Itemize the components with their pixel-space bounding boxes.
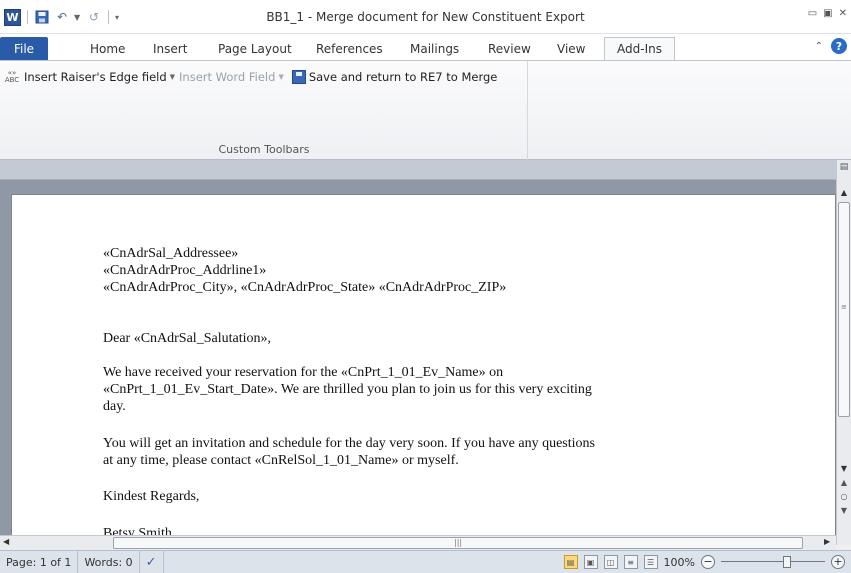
save-icon — [291, 70, 306, 84]
page-count[interactable]: Page: 1 of 1 — [0, 550, 79, 573]
scroll-left-icon[interactable]: ◀ — [3, 537, 9, 546]
outline-icon[interactable]: ≡ — [623, 555, 638, 569]
proofing-icon[interactable]: ✓ — [140, 550, 164, 573]
tab-page-layout[interactable]: Page Layout — [206, 37, 304, 60]
document-line: «CnAdrSal_Addressee» — [103, 246, 239, 261]
grip-icon: ≡ — [841, 303, 847, 311]
view-zoom-controls: ▤ ▣ ◫ ≡ ☰ 100% − + — [563, 551, 851, 573]
zoom-track — [721, 561, 825, 562]
document-line: You will get an invitation and schedule … — [103, 436, 595, 451]
chevron-down-icon: ▼ — [169, 73, 176, 81]
chevron-down-icon: ▼ — [278, 73, 284, 81]
view-ruler-icon[interactable]: ▤ — [838, 162, 850, 180]
insert-re-field-button[interactable]: Insert Raiser's Edge field ▼ — [24, 70, 175, 84]
document-line: «CnAdrAdrProc_City», «CnAdrAdrProc_State… — [103, 280, 507, 295]
previous-page-icon[interactable]: ▲ — [838, 478, 850, 487]
group-label: Custom Toolbars — [218, 143, 310, 156]
merge-field-icon: «» ABC — [4, 69, 20, 84]
tab-mailings[interactable]: Mailings — [398, 37, 471, 60]
tab-insert[interactable]: Insert — [141, 37, 199, 60]
word-count[interactable]: Words: 0 — [78, 550, 140, 573]
ribbon-tabs: File Home Insert Page Layout References … — [0, 34, 851, 60]
document-page[interactable]: «CnAdrSal_Addressee» «CnAdrAdrProc_Addrl… — [11, 194, 836, 535]
vertical-scrollbar[interactable]: ▤ ▲ ≡ ▼ ▲ ○ ▼ — [836, 160, 851, 545]
scroll-down-icon[interactable]: ▼ — [838, 462, 850, 475]
zoom-in-icon[interactable]: + — [831, 555, 845, 569]
next-page-icon[interactable]: ▼ — [838, 506, 850, 515]
tab-add-ins[interactable]: Add-Ins — [604, 37, 675, 60]
document-line: «CnPrt_1_01_Ev_Start_Date». We are thril… — [103, 382, 592, 397]
tab-file[interactable]: File — [0, 37, 48, 60]
web-layout-icon[interactable]: ◫ — [603, 555, 618, 569]
document-line: at any time, please contact «CnRelSol_1_… — [103, 453, 459, 468]
minimize-ribbon-icon[interactable]: ⌃ — [815, 41, 823, 52]
status-bar: Page: 1 of 1 Words: 0 ✓ ▤ ▣ ◫ ≡ ☰ 100% −… — [0, 550, 851, 573]
full-screen-reading-icon[interactable]: ▣ — [583, 555, 598, 569]
custom-toolbar-row: «» ABC Insert Raiser's Edge field ▼ Inser… — [4, 70, 497, 84]
minimize-icon[interactable]: ▭ — [808, 8, 817, 19]
document-line: «CnAdrAdrProc_Addrline1» — [103, 263, 267, 278]
document-line: Betsy Smith — [103, 526, 172, 535]
window-controls: ▭ ▣ ✕ — [808, 8, 847, 19]
zoom-level[interactable]: 100% — [664, 556, 695, 569]
help-area: ⌃ ? — [815, 38, 847, 54]
draft-icon[interactable]: ☰ — [643, 555, 658, 569]
custom-toolbars-group: «» ABC Insert Raiser's Edge field ▼ Inser… — [0, 61, 528, 160]
grip-icon: ||| — [454, 538, 463, 547]
print-layout-icon[interactable]: ▤ — [563, 555, 578, 569]
document-line: Kindest Regards, — [103, 489, 200, 504]
scroll-up-icon[interactable]: ▲ — [838, 186, 850, 199]
ribbon: «» ABC Insert Raiser's Edge field ▼ Inser… — [0, 60, 851, 160]
scroll-right-icon[interactable]: ▶ — [824, 537, 830, 546]
zoom-out-icon[interactable]: − — [701, 555, 715, 569]
vertical-scroll-thumb[interactable]: ≡ — [838, 202, 850, 417]
tab-references[interactable]: References — [304, 37, 395, 60]
tab-view[interactable]: View — [545, 37, 597, 60]
zoom-slider[interactable] — [721, 555, 825, 569]
save-return-label: Save and return to RE7 to Merge — [308, 70, 498, 84]
browse-object-icon[interactable]: ○ — [838, 492, 850, 501]
insert-word-field-button[interactable]: Insert Word Field ▼ — [179, 70, 284, 84]
help-icon[interactable]: ? — [831, 38, 847, 54]
insert-re-field-label: Insert Raiser's Edge field — [24, 70, 167, 84]
horizontal-scrollbar[interactable]: ◀ ||| ▶ — [0, 535, 836, 550]
ruler-strip — [0, 160, 836, 180]
insert-word-field-label: Insert Word Field — [179, 70, 276, 84]
window-title: BB1_1 - Merge document for New Constitue… — [266, 10, 585, 24]
document-line: We have received your reservation for th… — [103, 365, 504, 380]
close-icon[interactable]: ✕ — [839, 8, 847, 19]
tab-home[interactable]: Home — [78, 37, 137, 60]
document-line: day. — [103, 399, 126, 414]
title-bar: W ↶ ▼ ↺ ▾ BB1_1 - Merge document for New… — [0, 0, 851, 34]
zoom-thumb[interactable] — [783, 556, 791, 568]
horizontal-scroll-thumb[interactable]: ||| — [113, 537, 803, 549]
document-area: «CnAdrSal_Addressee» «CnAdrAdrProc_Addrl… — [0, 180, 836, 535]
document-line: Dear «CnAdrSal_Salutation», — [103, 331, 271, 346]
restore-icon[interactable]: ▣ — [823, 8, 832, 19]
save-return-button[interactable]: Save and return to RE7 to Merge — [288, 70, 498, 84]
tab-review[interactable]: Review — [476, 37, 543, 60]
